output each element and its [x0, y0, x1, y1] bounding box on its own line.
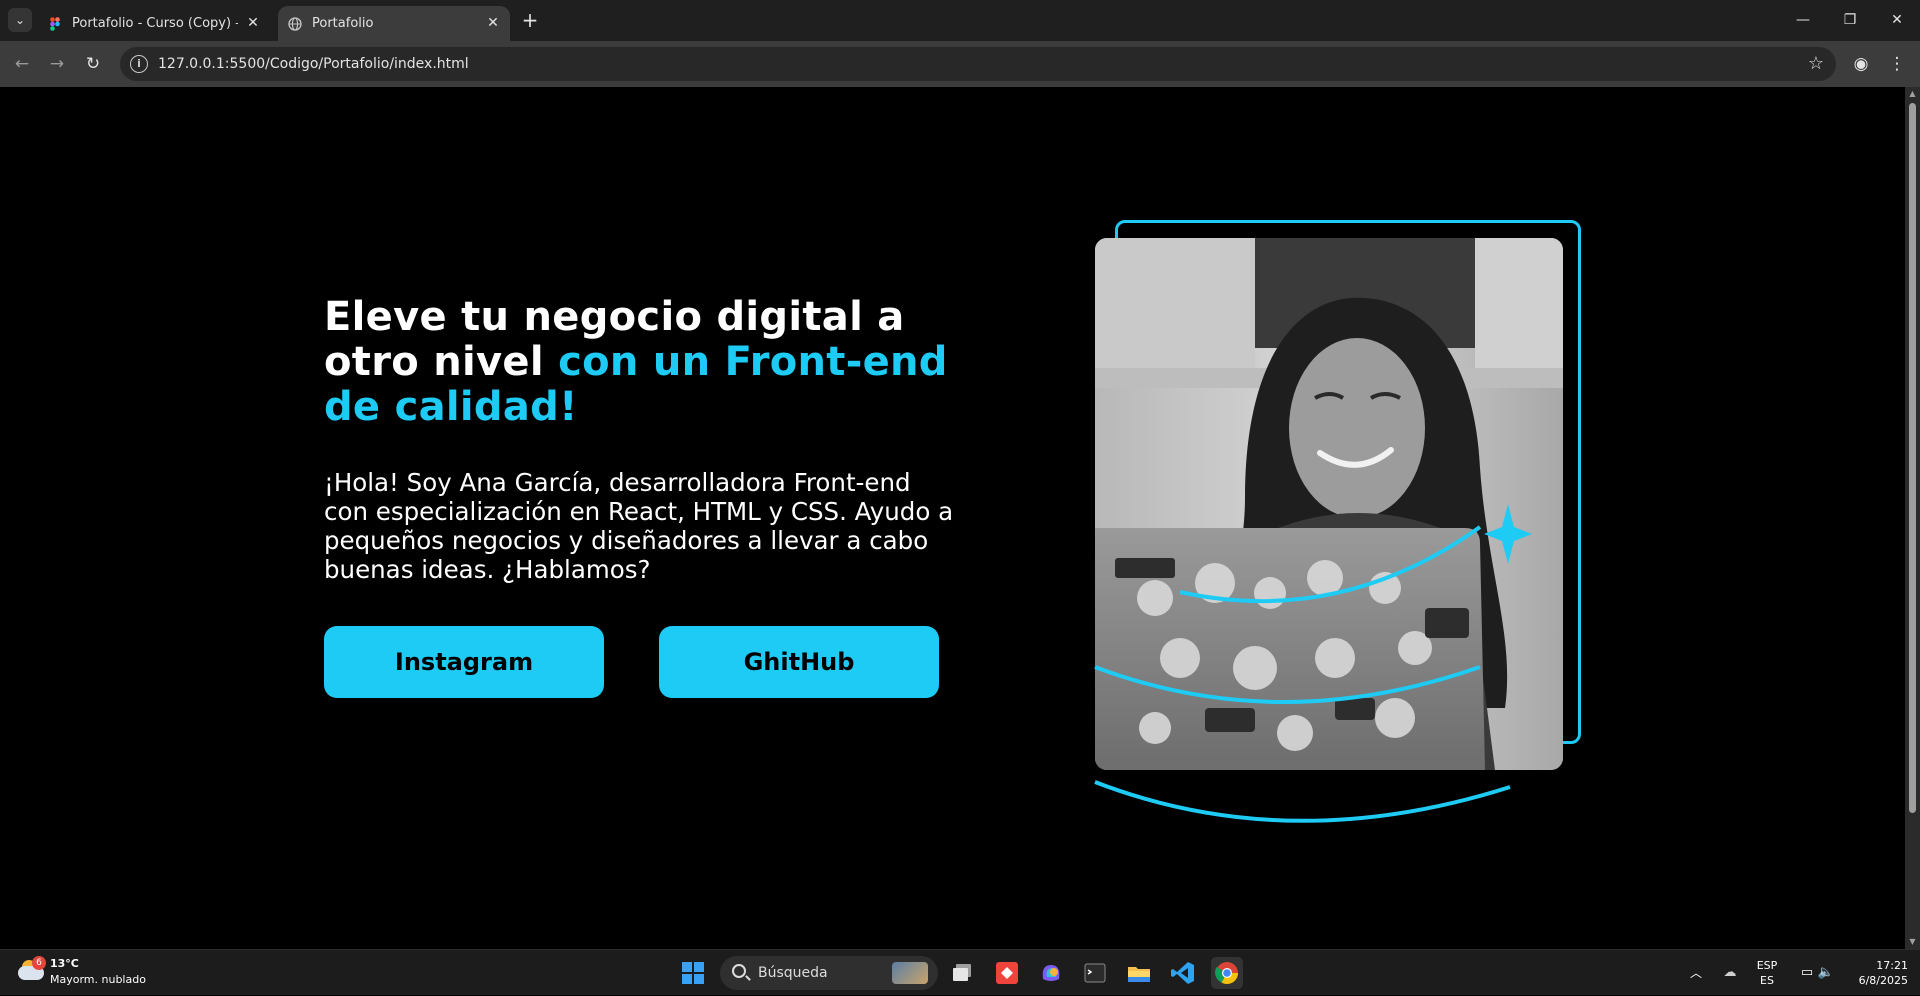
scroll-thumb[interactable]	[1909, 103, 1916, 813]
globe-icon	[288, 17, 302, 31]
task-view-icon[interactable]	[947, 957, 979, 989]
browser-toolbar: ← → ↻ i 127.0.0.1:5500/Codigo/Portafolio…	[0, 41, 1920, 87]
reload-icon[interactable]: ↻	[79, 50, 107, 78]
hero-title-part: otro nivel	[324, 339, 559, 385]
restore-icon[interactable]: ❐	[1827, 0, 1873, 41]
onedrive-offline-icon[interactable]: ☁	[1718, 950, 1742, 996]
weather-widget[interactable]: 6 13°C Mayorm. nublado	[14, 956, 174, 990]
profile-icon[interactable]: ◉	[1847, 50, 1875, 78]
page-viewport: Eleve tu negocio digital a otro nivel con…	[0, 87, 1905, 949]
github-button[interactable]: GhitHub	[659, 626, 939, 698]
tab-search-chevron-icon[interactable]: ⌄	[8, 8, 32, 32]
browser-tab-strip: ⌄ Portafolio - Curso (Copy) – Figma ✕ Po…	[0, 0, 1920, 41]
show-hidden-icons-chevron[interactable]: ︿	[1685, 950, 1707, 996]
search-placeholder: Búsqueda	[758, 965, 828, 981]
bookmark-star-icon[interactable]: ☆	[1808, 47, 1824, 81]
site-info-icon[interactable]: i	[130, 55, 148, 73]
weather-condition: Mayorm. nublado	[50, 973, 146, 986]
close-window-icon[interactable]: ✕	[1874, 0, 1920, 41]
page-scrollbar[interactable]: ▲ ▼	[1905, 87, 1920, 949]
close-tab-icon[interactable]: ✕	[244, 14, 262, 32]
weather-badge: 6	[32, 956, 46, 970]
clock-time: 17:21	[1876, 959, 1908, 972]
tab-title: Portafolio	[312, 16, 374, 31]
minimize-icon[interactable]: —	[1780, 0, 1826, 41]
language-line-1: ESP	[1756, 959, 1778, 972]
windows-taskbar: 6 13°C Mayorm. nublado Búsqueda ︿ ☁ ESP …	[0, 949, 1920, 995]
close-tab-icon[interactable]: ✕	[484, 14, 502, 32]
hero-description: ¡Hola! Soy Ana García, desarrolladora Fr…	[324, 468, 954, 584]
tab-portafolio[interactable]: Portafolio ✕	[278, 6, 510, 41]
copilot-app-icon[interactable]	[1035, 957, 1067, 989]
decorative-orbit-lines	[1094, 504, 1532, 823]
chrome-app-icon[interactable]	[1211, 957, 1243, 989]
volume-icon[interactable]: 🔈	[1815, 950, 1837, 996]
clock-date: 6/8/2025	[1858, 974, 1908, 987]
clock[interactable]: 17:21 6/8/2025	[1846, 950, 1908, 996]
file-explorer-icon[interactable]	[1123, 957, 1155, 989]
hero-title: Eleve tu negocio digital a otro nivel con…	[324, 295, 964, 430]
language-line-2: ES	[1760, 974, 1774, 987]
anydesk-app-icon[interactable]	[991, 957, 1023, 989]
back-arrow-icon[interactable]: ←	[8, 50, 36, 78]
forward-arrow-icon[interactable]: →	[43, 50, 71, 78]
taskbar-search[interactable]: Búsqueda	[720, 956, 938, 990]
tab-figma[interactable]: Portafolio - Curso (Copy) – Figma ✕	[38, 6, 270, 41]
vscode-app-icon[interactable]	[1167, 957, 1199, 989]
new-tab-plus-icon[interactable]: +	[518, 8, 542, 32]
windows-start-icon[interactable]	[677, 957, 709, 989]
url-text[interactable]: 127.0.0.1:5500/Codigo/Portafolio/index.h…	[158, 47, 469, 81]
weather-temp: 13°C	[50, 957, 79, 970]
language-indicator[interactable]: ESP ES	[1752, 950, 1782, 996]
tab-title: Portafolio - Curso (Copy) – Figma	[72, 16, 238, 31]
terminal-app-icon[interactable]	[1079, 957, 1111, 989]
instagram-button[interactable]: Instagram	[324, 626, 604, 698]
hero-title-part: Eleve tu negocio digital a	[324, 294, 905, 340]
search-icon	[732, 964, 746, 978]
kebab-menu-icon[interactable]: ⋮	[1883, 50, 1911, 78]
figma-icon	[50, 17, 60, 31]
sparkle-star-icon	[1484, 504, 1532, 564]
scroll-up-arrow-icon[interactable]: ▲	[1905, 87, 1920, 101]
address-bar[interactable]: i 127.0.0.1:5500/Codigo/Portafolio/index…	[120, 47, 1836, 81]
search-highlight-image	[892, 962, 928, 984]
scroll-down-arrow-icon[interactable]: ▼	[1905, 935, 1920, 949]
